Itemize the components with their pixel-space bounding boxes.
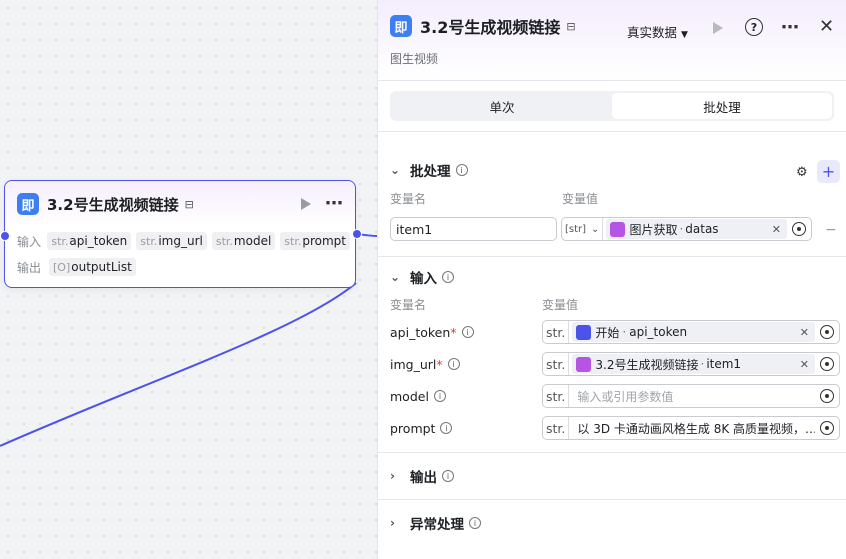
remove-batch-variable-icon[interactable]: − xyxy=(825,222,837,238)
divider xyxy=(378,256,846,257)
add-batch-variable-button[interactable]: + xyxy=(817,160,840,183)
info-icon[interactable]: i xyxy=(440,422,453,434)
clear-icon[interactable]: ✕ xyxy=(800,358,811,371)
tab-single[interactable]: 单次 xyxy=(392,93,612,119)
node-input-chip: str. prompt xyxy=(280,232,350,250)
node-config-panel: 即 3.2号生成视频链接 ⊟ 图生视频 真实数据 ▼ ? ⋯ ✕ 单次 批处理 ⌄… xyxy=(377,0,846,559)
variable-picker-icon[interactable] xyxy=(820,325,834,339)
node-output-label: 输出 xyxy=(17,260,42,275)
panel-app-icon: 即 xyxy=(390,15,412,37)
batch-variable-value[interactable]: [str] ⌄ 图片获取 · datas ✕ xyxy=(561,217,812,241)
panel-header: 即 3.2号生成视频链接 ⊟ 图生视频 真实数据 ▼ ? ⋯ ✕ xyxy=(378,0,846,80)
node-input-chip: str. api_token xyxy=(47,232,132,250)
info-icon[interactable]: i xyxy=(447,358,460,370)
batch-section-title[interactable]: ⌄ 批处理 i xyxy=(390,159,834,181)
help-icon[interactable]: ? xyxy=(745,18,763,36)
input-port[interactable] xyxy=(0,231,10,241)
chevron-right-icon: › xyxy=(390,469,395,483)
chevron-down-icon: ⌄ xyxy=(390,163,401,177)
info-icon[interactable]: i xyxy=(442,271,454,283)
close-icon[interactable]: ✕ xyxy=(819,16,834,37)
divider xyxy=(378,499,846,500)
clear-icon[interactable]: ✕ xyxy=(772,223,783,236)
ref-chip: 图片获取 · datas ✕ xyxy=(606,219,787,239)
chevron-right-icon: › xyxy=(390,516,395,530)
output-port[interactable] xyxy=(352,229,362,239)
param-value-prompt[interactable]: str. 以 3D 卡通动画风格生成 8K 高质量视频，… xyxy=(542,416,840,440)
tab-batch[interactable]: 批处理 xyxy=(612,93,832,119)
node-ref-icon xyxy=(576,356,592,372)
panel-subtitle[interactable]: 图生视频 xyxy=(390,50,834,67)
workflow-node-card[interactable]: 即 3.2号生成视频链接 ⊟ ⋯ 输入 str. api_token str. im… xyxy=(4,180,356,288)
exception-section-title[interactable]: › 异常处理 i xyxy=(390,512,481,534)
info-icon[interactable]: i xyxy=(461,326,474,338)
node-output-row: 输出 [O] outputList xyxy=(5,255,355,279)
param-value-model[interactable]: str. 输入或引用参数值 xyxy=(542,384,840,408)
divider xyxy=(378,452,846,453)
info-icon[interactable]: i xyxy=(433,390,446,402)
play-icon[interactable] xyxy=(301,198,311,210)
ref-chip: 3.2号生成视频链接 · item1 ✕ xyxy=(572,354,815,374)
more-icon[interactable]: ⋯ xyxy=(781,17,799,38)
node-input-chip: str. img_url xyxy=(136,232,207,250)
param-label: model i xyxy=(390,384,446,408)
ref-chip: 开始 · api_token ✕ xyxy=(572,322,815,342)
run-icon[interactable] xyxy=(713,22,723,34)
variable-picker-icon[interactable] xyxy=(820,421,834,435)
param-value-api-token[interactable]: str. 开始 · api_token ✕ xyxy=(542,320,840,344)
type-select[interactable]: [str] ⌄ xyxy=(562,218,604,240)
run-mode-tabs: 单次 批处理 xyxy=(390,91,834,121)
info-icon[interactable]: i xyxy=(469,517,481,529)
start-node-icon xyxy=(576,324,592,340)
chevron-down-icon: ⌄ xyxy=(390,270,401,284)
node-output-chip: [O] outputList xyxy=(49,258,136,276)
panel-title[interactable]: 3.2号生成视频链接 xyxy=(420,14,560,38)
info-icon[interactable]: i xyxy=(442,470,454,482)
node-title: 3.2号生成视频链接 xyxy=(47,195,179,214)
edge-line-lower[interactable] xyxy=(0,282,357,447)
batch-section: ⌄ 批处理 i 变量名 变量值 xyxy=(378,132,846,207)
node-input-chip: str. model xyxy=(211,232,276,250)
batch-col-heads: 变量名 变量值 xyxy=(390,191,599,206)
param-value-img-url[interactable]: str. 3.2号生成视频链接 · item1 ✕ xyxy=(542,352,840,376)
caret-down-icon: ▼ xyxy=(681,30,688,40)
param-label: api_token * i xyxy=(390,320,474,344)
node-ref-icon xyxy=(610,221,626,237)
tag-icon: ⊟ xyxy=(184,197,194,211)
node-input-row: 输入 str. api_token str. img_url str. model s… xyxy=(5,229,355,253)
node-app-icon: 即 xyxy=(17,193,39,215)
input-col-heads: 变量名 变量值 xyxy=(390,297,579,312)
node-input-label: 输入 xyxy=(17,234,42,249)
tag-icon: ⊟ xyxy=(566,19,576,33)
input-section-title[interactable]: ⌄ 输入 i xyxy=(390,266,454,288)
variable-picker-icon[interactable] xyxy=(820,389,834,403)
batch-variable-name-input[interactable]: item1 xyxy=(390,217,557,241)
clear-icon[interactable]: ✕ xyxy=(800,326,811,339)
info-icon[interactable]: i xyxy=(455,164,468,176)
output-section-title[interactable]: › 输出 i xyxy=(390,465,454,487)
variable-picker-icon[interactable] xyxy=(820,357,834,371)
data-mode-dropdown[interactable]: 真实数据 ▼ xyxy=(627,22,688,41)
gear-icon[interactable]: ⚙ xyxy=(796,165,808,180)
variable-picker-icon[interactable] xyxy=(792,222,806,236)
param-label: prompt i xyxy=(390,416,453,440)
param-label: img_url * i xyxy=(390,352,460,376)
more-icon[interactable]: ⋯ xyxy=(325,193,344,214)
